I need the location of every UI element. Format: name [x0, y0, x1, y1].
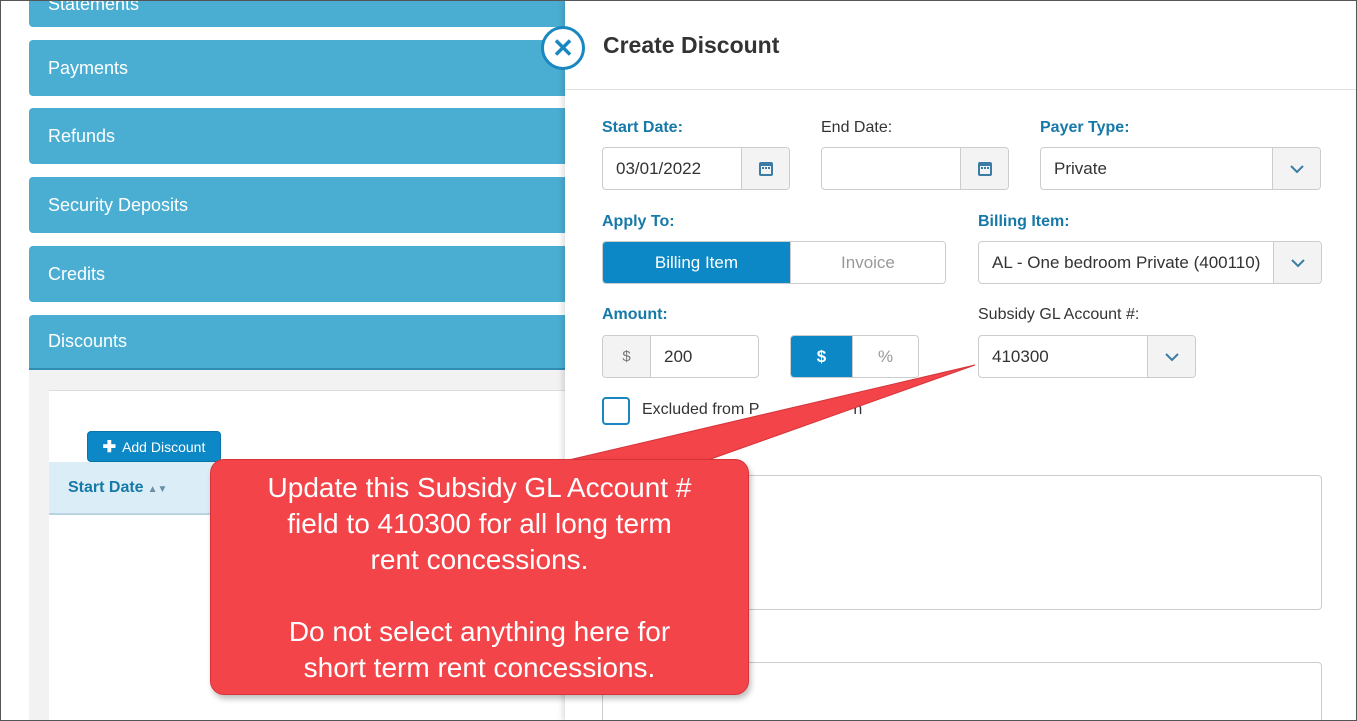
callout-line: rent concessions.: [370, 544, 589, 575]
apply-to-label: Apply To:: [602, 213, 675, 230]
amount-type-dollar[interactable]: $: [791, 336, 853, 377]
billing-item-value: AL - One bedroom Private (400110): [992, 252, 1261, 272]
dialog-title: Create Discount: [603, 32, 780, 58]
excluded-checkbox[interactable]: [602, 397, 630, 425]
accordion-label: Refunds: [48, 125, 116, 146]
apply-to-billing-item[interactable]: Billing Item: [603, 242, 790, 283]
plus-icon: ✚: [102, 438, 117, 456]
accordion-discounts[interactable]: Discounts: [29, 315, 565, 371]
calendar-icon[interactable]: [960, 148, 1008, 189]
chevron-down-icon[interactable]: [1273, 242, 1321, 283]
end-date-field[interactable]: [821, 147, 1009, 190]
accordion-statements[interactable]: Statements: [29, 0, 565, 27]
payer-type-label: Payer Type:: [1040, 119, 1130, 136]
apply-to-toggle: Billing Item Invoice: [602, 241, 946, 284]
close-icon[interactable]: ✕: [541, 26, 585, 70]
apply-to-invoice[interactable]: Invoice: [789, 242, 945, 283]
excluded-label-text: Excluded from P: [642, 401, 760, 418]
column-header-label: Start Date: [68, 479, 144, 496]
amount-type-percent[interactable]: %: [852, 336, 918, 377]
accordion-label: Statements: [48, 0, 140, 14]
accordion-label: Payments: [48, 57, 129, 78]
column-header-start-date[interactable]: Start Date ▲▼: [68, 479, 167, 497]
accordion-security-deposits[interactable]: Security Deposits: [29, 177, 565, 233]
end-date-label: End Date:: [821, 119, 893, 136]
subsidy-gl-value: 410300: [992, 346, 1049, 366]
chevron-down-icon[interactable]: [1147, 336, 1195, 377]
amount-label: Amount:: [602, 306, 668, 323]
start-date-label: Start Date:: [602, 119, 683, 136]
accordion-label: Credits: [48, 263, 106, 284]
payer-type-select[interactable]: Private: [1040, 147, 1321, 190]
callout-line: Do not select anything here for: [288, 616, 671, 647]
sort-icon: ▲▼: [147, 484, 168, 495]
start-date-field[interactable]: 03/01/2022: [602, 147, 790, 190]
callout-line: field to 410300 for all long term: [287, 508, 672, 539]
amount-field[interactable]: $ 200: [602, 335, 759, 378]
payer-type-value: Private: [1054, 158, 1107, 178]
dialog-header: Create Discount: [565, 0, 1357, 90]
subsidy-gl-select[interactable]: 410300: [978, 335, 1196, 378]
chevron-down-icon[interactable]: [1272, 148, 1320, 189]
annotation-callout: Update this Subsidy GL Account # field t…: [210, 459, 749, 695]
billing-item-label: Billing Item:: [978, 213, 1070, 230]
dollar-prefix: $: [603, 336, 651, 377]
accordion-credits[interactable]: Credits: [29, 246, 565, 302]
amount-type-toggle: $ %: [790, 335, 919, 378]
amount-value: 200: [664, 346, 693, 366]
accordion-payments[interactable]: Payments: [29, 40, 565, 96]
billing-item-select[interactable]: AL - One bedroom Private (400110): [978, 241, 1322, 284]
accordion-refunds[interactable]: Refunds: [29, 108, 565, 164]
add-discount-label: Add Discount: [122, 438, 206, 455]
add-discount-button[interactable]: ✚ Add Discount: [87, 431, 221, 462]
excluded-label: Excluded from P n: [642, 401, 862, 419]
accordion-label: Security Deposits: [48, 194, 189, 215]
callout-line: Update this Subsidy GL Account #: [267, 472, 692, 503]
subsidy-gl-label: Subsidy GL Account #:: [978, 306, 1140, 323]
accordion-label: Discounts: [48, 331, 128, 351]
calendar-icon[interactable]: [741, 148, 789, 189]
excluded-label-tail: n: [853, 401, 863, 418]
callout-line: short term rent concessions.: [303, 652, 656, 683]
start-date-value: 03/01/2022: [616, 158, 702, 178]
